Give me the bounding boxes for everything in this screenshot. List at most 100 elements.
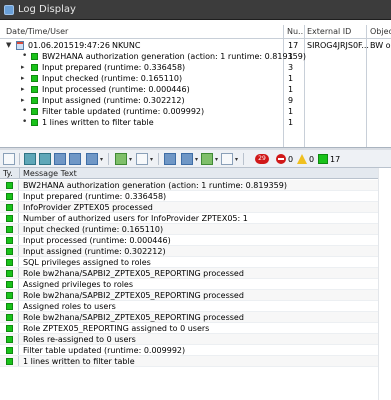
- message-row[interactable]: Role ZPTEX05_REPORTING assigned to 0 use…: [0, 323, 391, 334]
- root-number: 17: [288, 41, 299, 50]
- all-messages-icon: 29: [255, 154, 269, 164]
- tree-item-count: 1: [288, 74, 294, 83]
- column-divider: [19, 168, 20, 179]
- app-icon: [4, 4, 14, 15]
- expand-arrow-icon[interactable]: ▸: [21, 95, 25, 106]
- column-object[interactable]: Objec: [370, 27, 391, 36]
- success-status-icon: [6, 347, 13, 354]
- find-icon[interactable]: [54, 153, 66, 165]
- warning-count[interactable]: 0: [297, 153, 314, 165]
- toolbar-separator: [19, 153, 20, 165]
- message-row[interactable]: Input prepared (runtime: 0.336458): [0, 191, 391, 202]
- success-status-icon: [31, 97, 38, 104]
- message-row[interactable]: Roles re-assigned to 0 users: [0, 334, 391, 345]
- tree-item[interactable]: • 1 lines written to filter table 1: [0, 117, 391, 128]
- tree-item-text: Input checked (runtime: 0.165110): [42, 74, 183, 83]
- window-title: Log Display: [18, 4, 76, 15]
- column-external-id[interactable]: External ID: [307, 27, 351, 36]
- tree-item[interactable]: ▸ Input prepared (runtime: 0.336458) 3: [0, 62, 391, 73]
- expand-arrow-icon[interactable]: ▸: [21, 73, 25, 84]
- success-count[interactable]: 17: [318, 153, 340, 165]
- success-status-icon: [31, 119, 38, 126]
- message-table: Ty. Message Text BW2HANA authorization g…: [0, 168, 391, 400]
- tree-item-text: Input prepared (runtime: 0.336458): [42, 63, 186, 72]
- warning-icon: [297, 154, 307, 164]
- bullet-icon: •: [22, 117, 28, 127]
- tree-item[interactable]: • BW2HANA authorization generation (acti…: [0, 51, 391, 62]
- layout-icon[interactable]: ▾: [221, 153, 238, 165]
- tree-item-text: 1 lines written to filter table: [42, 118, 154, 127]
- collapse-arrow-icon[interactable]: ▼: [6, 40, 11, 51]
- success-status-icon: [6, 270, 13, 277]
- filter-icon[interactable]: ▾: [86, 153, 103, 165]
- success-status-icon: [6, 292, 13, 299]
- print-icon[interactable]: [164, 153, 176, 165]
- tree-item-count: 1: [288, 85, 294, 94]
- toolbar-separator: [108, 153, 109, 165]
- message-row[interactable]: Role bw2hana/SAPBI2_ZPTEX05_REPORTING pr…: [0, 312, 391, 323]
- message-row[interactable]: SQL privileges assigned to roles: [0, 257, 391, 268]
- message-row[interactable]: 1 lines written to filter table: [0, 356, 391, 367]
- all-messages-count[interactable]: 29: [255, 153, 271, 165]
- tree-item[interactable]: ▸ Input processed (runtime: 0.000446) 1: [0, 84, 391, 95]
- message-row[interactable]: BW2HANA authorization generation (action…: [0, 180, 391, 191]
- message-row[interactable]: Input assigned (runtime: 0.302212): [0, 246, 391, 257]
- tree-item[interactable]: • Filter table updated (runtime: 0.00999…: [0, 106, 391, 117]
- views-icon[interactable]: ▾: [181, 153, 198, 165]
- log-calendar-icon: [16, 41, 24, 50]
- success-icon: [318, 154, 328, 164]
- success-status-icon: [6, 237, 13, 244]
- root-external-id: SIROG4JRJS0F...: [307, 41, 369, 50]
- column-message-text[interactable]: Message Text: [23, 168, 77, 179]
- success-status-icon: [31, 75, 38, 82]
- message-row[interactable]: Role bw2hana/SAPBI2_ZPTEX05_REPORTING pr…: [0, 290, 391, 301]
- export-icon[interactable]: ▾: [201, 153, 218, 165]
- log-tree-header: Date/Time/User Nu... External ID Objec: [0, 26, 391, 39]
- success-status-icon: [6, 226, 13, 233]
- tree-root-row[interactable]: ▼ 01.06.2015 19:47:26 NKUNC 17 SIROG4JRJ…: [0, 40, 391, 51]
- expand-arrow-icon[interactable]: ▸: [21, 84, 25, 95]
- sort-ascending-icon[interactable]: [24, 153, 36, 165]
- tree-item[interactable]: ▸ Input checked (runtime: 0.165110) 1: [0, 73, 391, 84]
- tree-item-count: 1: [288, 118, 294, 127]
- success-status-icon: [6, 248, 13, 255]
- message-row[interactable]: Assigned privileges to roles: [0, 279, 391, 290]
- success-status-icon: [6, 193, 13, 200]
- tree-item[interactable]: ▸ Input assigned (runtime: 0.302212) 9: [0, 95, 391, 106]
- error-count[interactable]: 0: [276, 153, 293, 165]
- root-date: 01.06.2015: [28, 41, 74, 50]
- column-type[interactable]: Ty.: [3, 168, 13, 179]
- column-date-time-user[interactable]: Date/Time/User: [6, 27, 68, 36]
- row-gridline: [0, 366, 391, 367]
- success-status-icon: [6, 215, 13, 222]
- message-row[interactable]: Input processed (runtime: 0.000446): [0, 235, 391, 246]
- bullet-icon: •: [22, 106, 28, 116]
- message-row[interactable]: Input checked (runtime: 0.165110): [0, 224, 391, 235]
- tree-item-count: 9: [288, 96, 294, 105]
- message-row[interactable]: Number of authorized users for InfoProvi…: [0, 213, 391, 224]
- success-status-icon: [6, 182, 13, 189]
- message-row[interactable]: Role bw2hana/SAPBI2_ZPTEX05_REPORTING pr…: [0, 268, 391, 279]
- success-count-value: 17: [330, 154, 341, 164]
- message-row[interactable]: Assigned roles to users: [0, 301, 391, 312]
- details-button[interactable]: [3, 153, 15, 165]
- message-toolbar: ▾ ▾ ▾ ▾ ▾ ▾ 29 0 0 17: [0, 150, 391, 168]
- success-status-icon: [6, 358, 13, 365]
- tree-item-text: Input assigned (runtime: 0.302212): [42, 96, 185, 105]
- vertical-scrollbar[interactable]: [378, 168, 391, 400]
- bullet-icon: •: [22, 51, 28, 61]
- subtotal-icon[interactable]: ▾: [136, 153, 153, 165]
- message-row[interactable]: InfoProvider ZPTEX05 processed: [0, 202, 391, 213]
- find-next-icon[interactable]: [69, 153, 81, 165]
- sort-descending-icon[interactable]: [39, 153, 51, 165]
- tree-item-count: 1: [288, 107, 294, 116]
- column-number[interactable]: Nu...: [287, 27, 306, 36]
- success-status-icon: [6, 259, 13, 266]
- message-table-header: Ty. Message Text: [0, 168, 391, 179]
- sum-icon[interactable]: ▾: [115, 153, 132, 165]
- root-user: NKUNC: [112, 41, 141, 50]
- window-titlebar: Log Display: [0, 0, 391, 20]
- success-status-icon: [31, 64, 38, 71]
- message-row[interactable]: Filter table updated (runtime: 0.009992): [0, 345, 391, 356]
- expand-arrow-icon[interactable]: ▸: [21, 62, 25, 73]
